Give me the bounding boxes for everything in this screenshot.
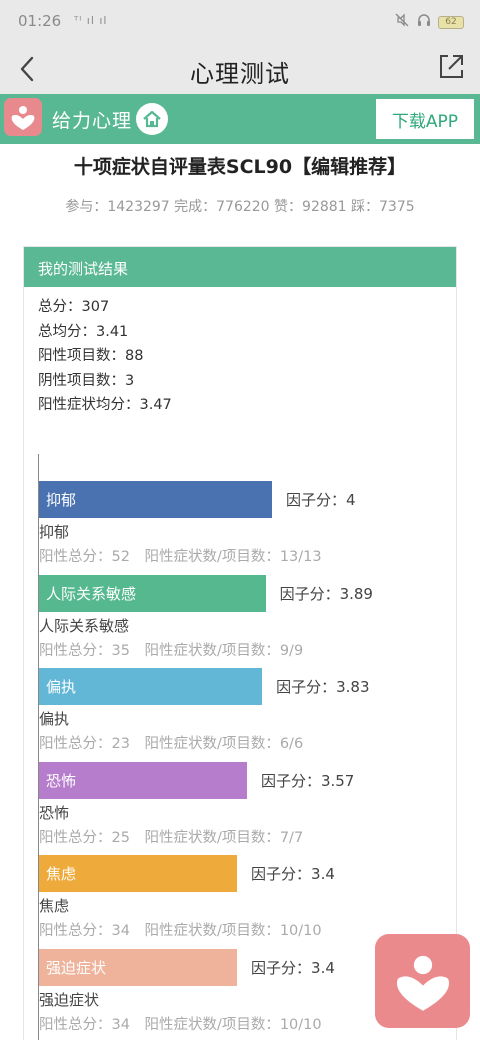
signal-icon: ᵀᴵ ıl ıl xyxy=(74,14,108,27)
factor-score: 因子分：3.4 xyxy=(251,865,335,883)
nav-bar: 心理测试 xyxy=(0,44,480,94)
summary-positive-average: 阳性症状均分：3.47 xyxy=(38,397,172,413)
factor-detail: 阳性总分：34 阳性症状数/项目数：10/10 xyxy=(39,923,322,939)
mute-icon xyxy=(394,12,410,32)
factor-score: 因子分：4 xyxy=(286,491,356,509)
share-button[interactable] xyxy=(436,52,466,82)
factor-bar: 恐怖 xyxy=(39,761,247,799)
brand-banner: 给力心理 下载APP xyxy=(0,94,480,144)
test-stats: 参与：1423297 完成：776220 赞：92881 踩：7375 xyxy=(65,199,415,215)
factor-bar: 偏执 xyxy=(39,668,263,705)
factor-bar: 人际关系敏感 xyxy=(39,574,266,612)
factor-name: 焦虑 xyxy=(39,897,70,915)
factor-name: 偏执 xyxy=(39,710,70,728)
status-right: 62 xyxy=(394,12,464,32)
home-button[interactable] xyxy=(136,103,168,135)
summary-negative-count: 阴性项目数：3 xyxy=(38,372,135,389)
summary-total: 总分：307 xyxy=(38,299,110,315)
heart-person-icon xyxy=(11,106,35,130)
factor-detail: 阳性总分：52 阳性症状数/项目数：13/13 xyxy=(39,549,322,565)
home-icon xyxy=(143,110,161,128)
factor-score: 因子分：3.89 xyxy=(279,584,373,603)
factor-bar: 抑郁 xyxy=(39,481,272,518)
factor-name: 恐怖 xyxy=(39,803,70,822)
result-summary: 总分：307 总均分：3.41 阳性项目数：88 阴性项目数：3 阳性症状均分：… xyxy=(24,287,456,418)
factor-name: 强迫症状 xyxy=(39,990,100,1009)
headphone-icon xyxy=(416,12,432,32)
brand-logo xyxy=(4,98,42,136)
test-title: 十项症状自评量表SCL90【编辑推荐】 xyxy=(73,156,407,178)
factor-bar: 强迫症状 xyxy=(39,948,238,986)
status-time: 01:26 xyxy=(18,12,62,30)
factor-detail: 阳性总分：35 阳性症状数/项目数：9/9 xyxy=(39,642,304,659)
result-header: 我的测试结果 xyxy=(24,247,456,287)
factor-score: 因子分：3.4 xyxy=(251,958,335,977)
floating-app-button[interactable] xyxy=(375,934,470,1028)
factor-name: 抑郁 xyxy=(39,523,70,541)
factor-bar: 焦虑 xyxy=(39,855,238,892)
status-bar: 01:26 ᵀᴵ ıl ıl 62 xyxy=(0,0,480,44)
page-title: 心理测试 xyxy=(190,60,290,88)
summary-positive-count: 阳性项目数：88 xyxy=(38,348,144,364)
brand-name: 给力心理 xyxy=(52,110,133,132)
factor-name: 人际关系敏感 xyxy=(39,616,130,635)
download-app-button[interactable]: 下载APP xyxy=(376,99,474,139)
battery-icon: 62 xyxy=(438,15,464,29)
factor-score: 因子分：3.83 xyxy=(276,678,370,696)
factor-detail: 阳性总分：34 阳性症状数/项目数：10/10 xyxy=(39,1016,322,1033)
heart-person-icon xyxy=(396,955,449,1011)
factor-score: 因子分：3.57 xyxy=(260,771,355,790)
factor-detail: 阳性总分：25 阳性症状数/项目数：7/7 xyxy=(39,829,304,846)
factor-detail: 阳性总分：23 阳性症状数/项目数：6/6 xyxy=(39,736,304,752)
share-icon xyxy=(440,55,463,78)
summary-average: 总均分：3.41 xyxy=(38,323,129,340)
